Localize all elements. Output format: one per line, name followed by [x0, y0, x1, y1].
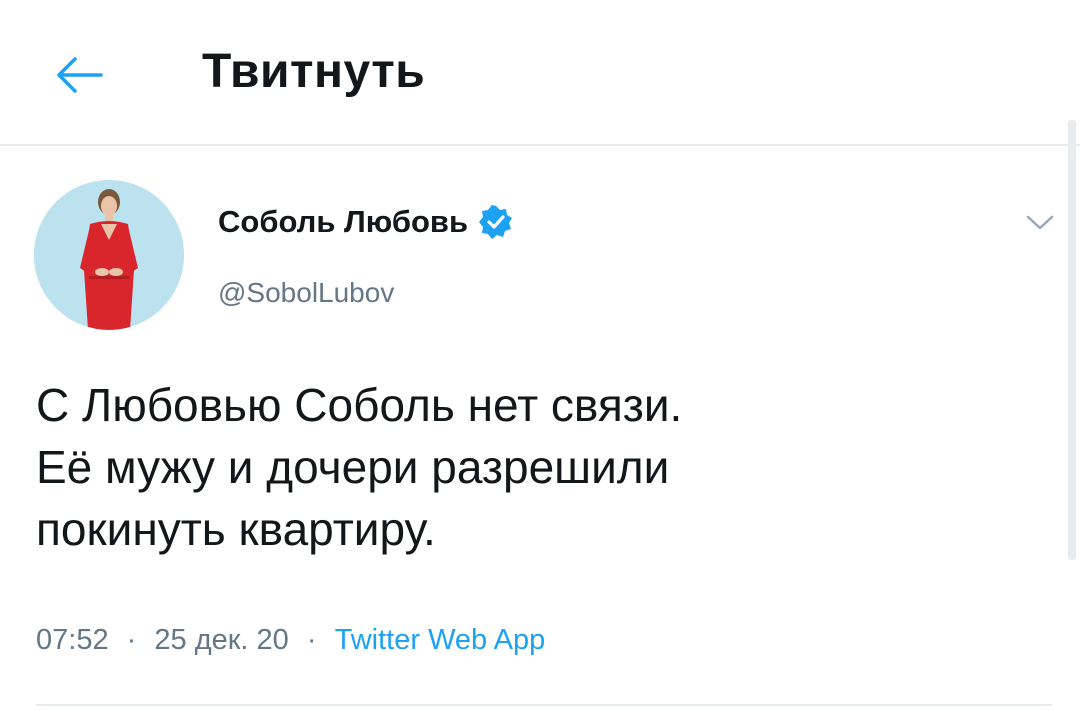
tweet: Соболь Любовь @SobolLubov С Любовью Собо…: [0, 146, 1080, 710]
avatar-image: [34, 180, 184, 330]
arrow-left-icon: [57, 57, 103, 93]
tweet-time: 07:52: [36, 624, 109, 656]
divider: [36, 704, 1052, 706]
author-name-row[interactable]: Соболь Любовь: [218, 202, 514, 242]
page-title: Твитнуть: [202, 45, 426, 98]
author-name: Соболь Любовь: [218, 204, 469, 239]
author-handle[interactable]: @SobolLubov: [218, 276, 394, 310]
tweet-meta: 07:52 · 25 дек. 20 · Twitter Web App: [36, 622, 545, 658]
avatar[interactable]: [34, 180, 184, 330]
scrollbar[interactable]: [1068, 120, 1076, 560]
verified-badge-icon: [478, 204, 514, 240]
meta-separator: ·: [126, 624, 137, 656]
back-button[interactable]: [44, 40, 114, 110]
tweet-menu-button[interactable]: [1020, 208, 1060, 238]
meta-separator: ·: [306, 624, 317, 656]
tweet-text: С Любовью Соболь нет связи. Её мужу и до…: [36, 379, 683, 555]
header-bar: Твитнуть: [0, 0, 1080, 146]
tweet-date: 25 дек. 20: [154, 624, 289, 656]
chevron-down-icon: [1026, 215, 1054, 230]
tweet-source-link[interactable]: Twitter Web App: [335, 624, 546, 656]
